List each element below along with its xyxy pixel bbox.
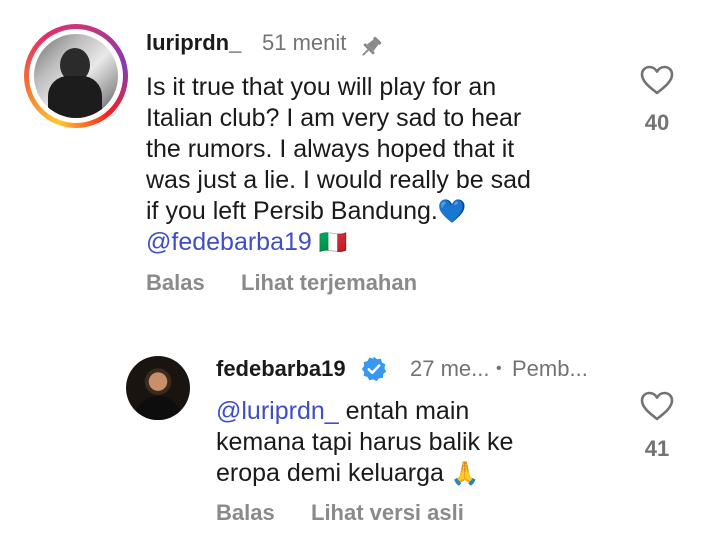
reply-avatar[interactable]	[126, 356, 190, 420]
like-count: 40	[644, 110, 670, 135]
comment-mention-line: @fedebarba19 🇮🇹	[146, 227, 606, 258]
italy-flag-emoji: 🇮🇹	[318, 229, 348, 255]
like-count: 41	[644, 436, 670, 461]
reply-time: 27 me...	[410, 356, 490, 381]
comment-line-last: if you left Persib Bandung.💙	[146, 196, 606, 227]
reply-button[interactable]: Balas	[146, 270, 205, 296]
reply-button[interactable]: Balas	[216, 500, 275, 526]
mention-link[interactable]: @luriprdn_	[216, 397, 339, 425]
avatar-photo	[34, 34, 118, 118]
reply-line: kemana tapi harus balik ke	[216, 428, 514, 456]
reply-first-line: @luriprdn_ entah main	[216, 396, 616, 427]
see-translation-button[interactable]: Lihat terjemahan	[241, 270, 417, 296]
blue-heart-emoji: 💙	[437, 198, 467, 224]
author-tag: Pemb...	[512, 356, 588, 381]
comment-line-text: if you left Persib Bandung.	[146, 197, 438, 225]
comment-line: Is it true that you will play for an	[146, 73, 497, 101]
verified-badge-icon	[361, 356, 387, 382]
reply-line-text: entah main	[338, 397, 470, 425]
comment-line: the rumors. I always hoped that it	[146, 135, 515, 163]
reply-line-last: eropa demi keluarga 🙏	[216, 458, 616, 489]
comment-line: Italian club? I am very sad to hear	[146, 104, 522, 132]
reply-line-text: eropa demi keluarga	[216, 459, 444, 487]
praying-hands-emoji: 🙏	[450, 460, 480, 486]
see-original-button[interactable]: Lihat versi asli	[311, 500, 464, 526]
comment-avatar[interactable]	[24, 24, 128, 128]
comment-line: was just a lie. I would really be sad	[146, 166, 531, 194]
like-heart-icon[interactable]	[639, 64, 675, 96]
comment-time: 51 menit	[262, 30, 347, 55]
reply-text: @luriprdn_ entah main kemana tapi harus …	[216, 396, 616, 489]
like-heart-icon[interactable]	[639, 390, 675, 422]
separator-dot: •	[496, 360, 502, 377]
pin-icon	[362, 36, 382, 56]
comment-text: Is it true that you will play for an Ita…	[146, 72, 606, 258]
reply-username[interactable]: fedebarba19	[216, 356, 346, 382]
mention-link[interactable]: @fedebarba19	[146, 228, 312, 256]
comment-username[interactable]: luriprdn_	[146, 30, 241, 56]
